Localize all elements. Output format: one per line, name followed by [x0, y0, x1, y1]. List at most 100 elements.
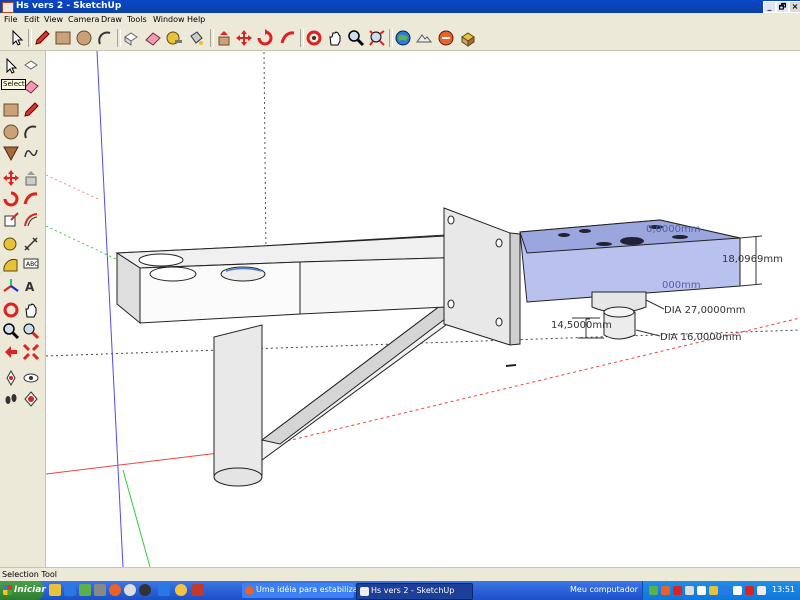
toolbar-separator [389, 29, 393, 47]
google-earth-icon[interactable] [394, 29, 412, 47]
tooltip: Select [1, 79, 26, 90]
blue-axis-hidden [263, 51, 267, 259]
tray-icon[interactable] [757, 586, 766, 595]
arc-icon[interactable] [22, 123, 40, 141]
zoom-icon[interactable] [347, 29, 365, 47]
quicklaunch-icon[interactable] [64, 584, 76, 596]
quicklaunch-icon[interactable] [94, 584, 106, 596]
menu-camera[interactable]: Camera [68, 15, 99, 24]
my-computer-label: Meu computador [570, 585, 638, 594]
make-component-icon[interactable] [122, 29, 140, 47]
text-icon[interactable]: ABC [22, 256, 40, 274]
tray-icon[interactable] [697, 586, 706, 595]
window-title: Hs vers 2 - SketchUp [16, 1, 122, 11]
menu-window[interactable]: Window [153, 15, 185, 24]
quicklaunch-icon[interactable] [139, 584, 151, 596]
line-icon[interactable] [22, 101, 40, 119]
menu-edit[interactable]: Edit [24, 15, 40, 24]
menu-view[interactable]: View [44, 15, 63, 24]
menu-help[interactable]: Help [187, 15, 205, 24]
tape-measure-icon[interactable] [2, 235, 20, 253]
menu-file[interactable]: File [4, 15, 17, 24]
tray-icon[interactable] [649, 586, 658, 595]
tray-icon[interactable] [709, 586, 718, 595]
move-icon[interactable] [235, 29, 253, 47]
tape-measure-icon[interactable] [165, 29, 183, 47]
dimension-depth-label: 14,5000mm [551, 320, 612, 331]
scale-icon[interactable] [2, 211, 20, 229]
section-plane-icon[interactable] [22, 390, 40, 408]
orbit-icon[interactable] [305, 29, 323, 47]
paint-bucket-icon[interactable] [187, 29, 205, 47]
get-models-icon[interactable] [437, 29, 455, 47]
move-icon[interactable] [2, 169, 20, 187]
tray-icon[interactable] [721, 586, 730, 595]
3d-text-icon[interactable]: A [22, 277, 40, 295]
orbit-icon[interactable] [2, 301, 20, 319]
push-pull-icon[interactable] [22, 169, 40, 187]
firefox-icon[interactable] [109, 584, 121, 596]
start-button[interactable]: Iniciar [0, 581, 46, 600]
follow-me-icon[interactable] [279, 29, 297, 47]
dimension-icon[interactable] [22, 235, 40, 253]
pan-icon[interactable] [326, 29, 344, 47]
circle-icon[interactable] [75, 29, 93, 47]
freehand-icon[interactable] [22, 144, 40, 162]
taskbar-item-firefox[interactable]: Uma idéia para estabiliza... [242, 583, 365, 598]
offset-icon[interactable] [22, 211, 40, 229]
title-bar: Hs vers 2 - SketchUp _ 🗗 × [0, 0, 800, 13]
model-canvas[interactable]: 18,0969mm 0,0000mm 000mm DIA 27,0000mm 1… [46, 51, 800, 567]
quicklaunch-icon[interactable] [158, 584, 170, 596]
dimension-top-label: 0,0000mm [646, 224, 700, 235]
protractor-icon[interactable] [2, 256, 20, 274]
look-around-icon[interactable] [22, 369, 40, 387]
maximize-button[interactable]: 🗗 [776, 1, 789, 13]
walk-icon[interactable] [2, 390, 20, 408]
quicklaunch-icon[interactable] [175, 584, 187, 596]
pencil-icon[interactable] [33, 29, 51, 47]
tray-icon[interactable] [685, 586, 694, 595]
toggle-terrain-icon[interactable] [415, 29, 433, 47]
menu-draw[interactable]: Draw [101, 15, 122, 24]
follow-me-icon[interactable] [22, 190, 40, 208]
arc-icon[interactable] [96, 29, 114, 47]
select-icon[interactable] [2, 57, 20, 75]
pan-icon[interactable] [22, 301, 40, 319]
drawing-area[interactable]: 18,0969mm 0,0000mm 000mm DIA 27,0000mm 1… [46, 51, 800, 567]
start-label: Iniciar [14, 585, 46, 595]
zoom-window-icon[interactable] [22, 322, 40, 340]
quicklaunch-icon[interactable] [49, 584, 61, 596]
status-bar: Selection Tool [0, 567, 800, 582]
rotate-icon[interactable] [256, 29, 274, 47]
quicklaunch-icon[interactable] [79, 584, 91, 596]
tray-icon[interactable] [745, 586, 754, 595]
red-axis-far [46, 174, 101, 201]
quicklaunch-icon[interactable] [192, 584, 204, 596]
share-model-icon[interactable] [459, 29, 477, 47]
rectangle-icon[interactable] [54, 29, 72, 47]
eraser-icon[interactable] [144, 29, 162, 47]
polygon-icon[interactable] [2, 144, 20, 162]
hole-2 [149, 266, 197, 282]
tray-icon[interactable] [673, 586, 682, 595]
quicklaunch-icon[interactable] [124, 584, 136, 596]
push-pull-icon[interactable] [215, 29, 233, 47]
rectangle-icon[interactable] [2, 101, 20, 119]
minimize-button[interactable]: _ [763, 1, 776, 13]
zoom-icon[interactable] [2, 322, 20, 340]
rotate-icon[interactable] [2, 190, 20, 208]
zoom-extents-icon[interactable] [22, 343, 40, 361]
make-component-icon[interactable] [22, 57, 40, 75]
previous-view-icon[interactable] [2, 343, 20, 361]
menu-tools[interactable]: Tools [127, 15, 147, 24]
zoom-extents-icon[interactable] [368, 29, 386, 47]
select-icon[interactable] [8, 29, 26, 47]
axes-icon[interactable] [2, 277, 20, 295]
toolbar-separator [28, 29, 32, 47]
tray-icon[interactable] [733, 586, 742, 595]
position-camera-icon[interactable] [2, 369, 20, 387]
circle-icon[interactable] [2, 123, 20, 141]
taskbar-item-sketchup[interactable]: Hs vers 2 - SketchUp [356, 583, 473, 600]
close-button[interactable]: × [789, 1, 800, 13]
tray-icon[interactable] [661, 586, 670, 595]
